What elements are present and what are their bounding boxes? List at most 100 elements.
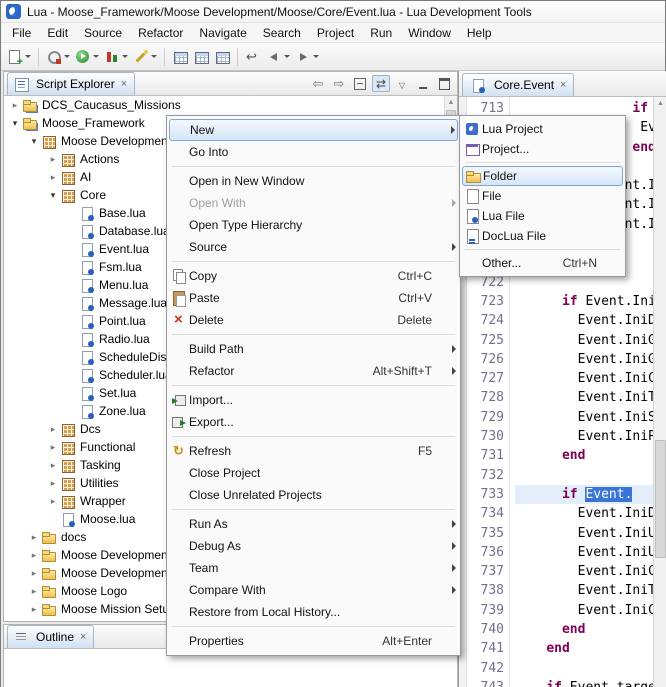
menu-item-close-project[interactable]: Close Project <box>169 462 458 484</box>
menu-item-open-in-new-window[interactable]: Open in New Window <box>169 170 458 192</box>
code-line-739[interactable]: Event.IniCoalition = Event.IniDCSUnit:ge… <box>515 601 653 620</box>
tree-item-dcs-caucasus-missions[interactable]: ▸DCS_Caucasus_Missions <box>4 96 444 114</box>
line-number[interactable]: 741 <box>467 639 504 658</box>
collapsed-arrow-icon[interactable]: ▸ <box>46 424 60 435</box>
menu-item-doclua-file[interactable]: DocLua File <box>462 226 623 246</box>
last-edit-location-button[interactable] <box>243 46 263 68</box>
menu-item-run-as[interactable]: Run As <box>169 513 458 535</box>
code-line-733[interactable]: if Event. <box>515 485 653 504</box>
collapsed-arrow-icon[interactable]: ▸ <box>46 496 60 507</box>
view-menu-button[interactable] <box>393 75 411 92</box>
scroll-up-icon[interactable]: ▲ <box>654 97 666 109</box>
line-number[interactable]: 729 <box>467 408 504 427</box>
dropdown-caret-icon[interactable] <box>122 55 128 58</box>
menu-item-new[interactable]: New <box>169 119 458 141</box>
collapse-all-button[interactable] <box>351 75 369 92</box>
expanded-arrow-icon[interactable]: ▾ <box>46 190 60 201</box>
code-line-728[interactable]: Event.IniTypeName = Event.IniDCSGroup:ge… <box>515 388 653 407</box>
new-wizard-button[interactable] <box>5 46 33 68</box>
expanded-arrow-icon[interactable]: ▾ <box>27 136 41 147</box>
code-line-724[interactable]: Event.IniDCSGroupName = Event.IniDCSGrou… <box>515 311 653 330</box>
code-line-732[interactable] <box>515 466 653 485</box>
collapsed-arrow-icon[interactable]: ▸ <box>27 532 41 543</box>
line-number[interactable]: 731 <box>467 446 504 465</box>
back-button[interactable] <box>309 75 327 92</box>
menu-help[interactable]: Help <box>459 24 500 42</box>
line-number[interactable]: 738 <box>467 581 504 600</box>
menu-item-folder[interactable]: Folder <box>462 166 623 186</box>
line-number[interactable]: 740 <box>467 620 504 639</box>
code-line-726[interactable]: Event.IniGroupName = Event.IniDCSGroupNa… <box>515 350 653 369</box>
line-number[interactable]: 735 <box>467 524 504 543</box>
menu-item-paste[interactable]: PasteCtrl+V <box>169 287 458 309</box>
collapsed-arrow-icon[interactable]: ▸ <box>27 604 41 615</box>
close-icon[interactable]: × <box>78 631 86 643</box>
line-number[interactable]: 727 <box>467 369 504 388</box>
collapsed-arrow-icon[interactable]: ▸ <box>46 172 60 183</box>
menu-search[interactable]: Search <box>255 24 309 42</box>
menu-edit[interactable]: Edit <box>39 24 76 42</box>
line-number[interactable]: 723 <box>467 292 504 311</box>
menu-item-close-unrelated-projects[interactable]: Close Unrelated Projects <box>169 484 458 506</box>
close-icon[interactable]: × <box>119 78 127 90</box>
table-view-3-button[interactable] <box>212 46 232 68</box>
menu-item-go-into[interactable]: Go Into <box>169 141 458 163</box>
menu-item-source[interactable]: Source <box>169 236 458 258</box>
line-number[interactable]: 739 <box>467 601 504 620</box>
collapsed-arrow-icon[interactable]: ▸ <box>46 154 60 165</box>
code-line-737[interactable]: Event.IniCategory = Event.IniDCSUnit:get… <box>515 562 653 581</box>
tab-script-explorer[interactable]: Script Explorer × <box>7 72 135 95</box>
menu-item-file[interactable]: File <box>462 186 623 206</box>
menu-item-open-with[interactable]: Open With <box>169 192 458 214</box>
line-number[interactable]: 734 <box>467 504 504 523</box>
menu-item-delete[interactable]: DeleteDelete <box>169 309 458 331</box>
menu-item-lua-file[interactable]: Lua File <box>462 206 623 226</box>
expanded-arrow-icon[interactable]: ▾ <box>8 118 22 129</box>
code-line-727[interactable]: Event.IniCategory = Event.IniDCSGroup:ge… <box>515 369 653 388</box>
code-line-742[interactable] <box>515 659 653 678</box>
code-line-741[interactable]: end <box>515 639 653 658</box>
code-line-740[interactable]: end <box>515 620 653 639</box>
menu-navigate[interactable]: Navigate <box>191 24 254 42</box>
code-line-734[interactable]: Event.IniDCSUnitName = Event.IniDCSUnit:… <box>515 504 653 523</box>
tab-core-event[interactable]: Core.Event × <box>462 73 574 96</box>
dropdown-caret-icon[interactable] <box>313 55 319 58</box>
menu-window[interactable]: Window <box>400 24 459 42</box>
dropdown-caret-icon[interactable] <box>284 55 290 58</box>
back-button[interactable] <box>264 46 292 68</box>
menu-item-lua-project[interactable]: Lua Project <box>462 119 623 139</box>
menu-item-import[interactable]: Import... <box>169 389 458 411</box>
menu-item-refactor[interactable]: RefactorAlt+Shift+T <box>169 360 458 382</box>
collapsed-arrow-icon[interactable]: ▸ <box>46 460 60 471</box>
menu-item-build-path[interactable]: Build Path <box>169 338 458 360</box>
dropdown-caret-icon[interactable] <box>64 55 70 58</box>
menu-item-refresh[interactable]: RefreshF5 <box>169 440 458 462</box>
coverage-button[interactable] <box>102 46 130 68</box>
dropdown-caret-icon[interactable] <box>93 55 99 58</box>
menu-item-properties[interactable]: PropertiesAlt+Enter <box>169 630 458 652</box>
link-with-editor-button[interactable] <box>372 75 390 92</box>
menu-item-copy[interactable]: CopyCtrl+C <box>169 265 458 287</box>
scroll-up-icon[interactable]: ▲ <box>445 96 457 108</box>
line-number[interactable]: 726 <box>467 350 504 369</box>
menu-item-compare-with[interactable]: Compare With <box>169 579 458 601</box>
line-number[interactable]: 742 <box>467 659 504 678</box>
minimize-button[interactable] <box>414 75 432 92</box>
table-view-2-button[interactable] <box>191 46 211 68</box>
menu-item-debug-as[interactable]: Debug As <box>169 535 458 557</box>
line-number[interactable]: 737 <box>467 562 504 581</box>
menu-item-export[interactable]: Export... <box>169 411 458 433</box>
menu-item-restore-from-local-history[interactable]: Restore from Local History... <box>169 601 458 623</box>
menu-run[interactable]: Run <box>362 24 400 42</box>
editor-scrollbar[interactable]: ▲ <box>653 97 666 687</box>
line-number[interactable]: 736 <box>467 543 504 562</box>
collapsed-arrow-icon[interactable]: ▸ <box>46 478 60 489</box>
line-number[interactable]: 733 <box>467 485 504 504</box>
line-number[interactable]: 730 <box>467 427 504 446</box>
line-number[interactable]: 732 <box>467 466 504 485</box>
code-line-735[interactable]: Event.IniUnitName = Event.IniDCSUnitName <box>515 524 653 543</box>
line-number[interactable]: 728 <box>467 388 504 407</box>
menu-item-team[interactable]: Team <box>169 557 458 579</box>
code-line-729[interactable]: Event.IniSize = Event.IniDCSGroup:getSiz… <box>515 408 653 427</box>
maximize-button[interactable] <box>435 75 453 92</box>
